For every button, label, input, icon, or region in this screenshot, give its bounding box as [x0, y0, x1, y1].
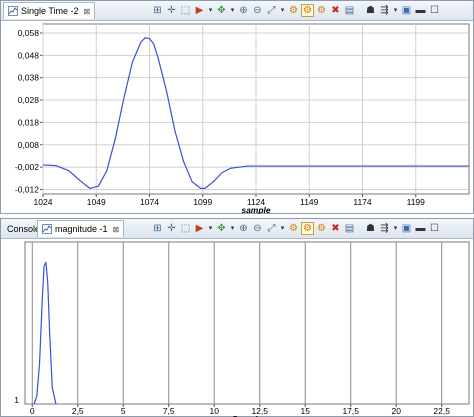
y-tick-label: -0,012: [15, 185, 39, 195]
x-tick-label: 20: [391, 406, 401, 416]
mode-2-icon[interactable]: ⚙: [301, 4, 314, 17]
tab-magnitude[interactable]: magnitude -1 ⊠: [37, 220, 125, 237]
x-tick-label: 7,5: [163, 406, 175, 416]
chevron-down-icon[interactable]: ▾: [229, 222, 236, 235]
x-tick-label: 22,5: [433, 406, 450, 416]
settings-icon[interactable]: ⇶: [378, 4, 391, 17]
chevron-down-icon[interactable]: ▾: [207, 222, 214, 235]
table-icon[interactable]: ▤: [343, 222, 356, 235]
x-tick-label: 1049: [87, 197, 106, 207]
x-tick-label: 1149: [300, 197, 319, 207]
y-tick-label: 0,018: [18, 117, 40, 127]
tab-single-time-label: Single Time -2: [21, 6, 79, 16]
x-tick-label: 1174: [353, 197, 372, 207]
crosshair-icon[interactable]: ✛: [165, 4, 178, 17]
chevron-down-icon[interactable]: ▾: [392, 222, 399, 235]
y-tick-label: 0,028: [18, 95, 40, 105]
move-icon[interactable]: ✥: [215, 4, 228, 17]
marker-icon[interactable]: ▶: [193, 222, 206, 235]
y-tick-label: 1: [14, 395, 19, 405]
x-tick-label: 17,5: [342, 406, 359, 416]
x-tick-label: 1074: [140, 197, 159, 207]
maximize-icon[interactable]: ☐: [428, 4, 441, 17]
cursor-icon[interactable]: ⬚: [179, 4, 192, 17]
y-tick-label: 0,008: [18, 140, 40, 150]
save-icon[interactable]: ▣: [400, 222, 413, 235]
y-tick-label: 0,038: [18, 73, 40, 83]
tab-console-label: Console: [7, 223, 41, 234]
close-icon[interactable]: ⊠: [84, 7, 91, 16]
tab-single-time[interactable]: Single Time -2 ⊠: [3, 2, 96, 19]
mode-3-icon[interactable]: ⚙: [315, 222, 328, 235]
table-icon[interactable]: ▤: [343, 4, 356, 17]
mode-3-icon[interactable]: ⚙: [315, 4, 328, 17]
chart-icon: [42, 224, 52, 234]
minimize-icon[interactable]: ▬: [414, 4, 427, 17]
chevron-down-icon[interactable]: ▾: [229, 4, 236, 17]
chart-icon: [8, 6, 18, 16]
pin-icon[interactable]: ☗: [364, 222, 377, 235]
delete-icon[interactable]: ✖: [329, 4, 342, 17]
chevron-down-icon[interactable]: ▾: [392, 4, 399, 17]
delete-icon[interactable]: ✖: [329, 222, 342, 235]
x-tick-label: 2,5: [72, 406, 84, 416]
mode-2-icon[interactable]: ⚙: [301, 222, 314, 235]
top-tab-bar: Single Time -2 ⊠ ⊞ ✛ ⬚ ▶ ▾ ✥ ▾ ⊕ ⊖ ⤢ ▾ ⚙…: [1, 1, 473, 21]
magnitude-panel: Console magnitude -1 ⊠ ⊞ ✛ ⬚ ▶ ▾ ✥ ▾ ⊕ ⊖…: [0, 218, 474, 417]
bottom-tab-bar: Console magnitude -1 ⊠ ⊞ ✛ ⬚ ▶ ▾ ✥ ▾ ⊕ ⊖…: [1, 219, 473, 239]
top-toolbar: ⊞ ✛ ⬚ ▶ ▾ ✥ ▾ ⊕ ⊖ ⤢ ▾ ⚙ ⚙ ⚙ ✖ ▤ ☗ ⇶ ▾ ▣ …: [151, 3, 441, 18]
y-tick-label: 0,058: [18, 28, 40, 38]
cursor-icon[interactable]: ⬚: [179, 222, 192, 235]
y-tick-label: 0,048: [18, 50, 40, 60]
x-tick-label: 10: [210, 406, 220, 416]
autoscale-icon[interactable]: ⤢: [265, 222, 278, 235]
marker-icon[interactable]: ▶: [193, 4, 206, 17]
x-tick-label: 15: [300, 406, 310, 416]
mode-1-icon[interactable]: ⚙: [287, 222, 300, 235]
pin-icon[interactable]: ☗: [364, 4, 377, 17]
axis-select-icon[interactable]: ⊞: [151, 4, 164, 17]
zoom-out-icon[interactable]: ⊖: [251, 4, 264, 17]
x-axis-label: sample: [241, 205, 271, 214]
zoom-in-icon[interactable]: ⊕: [237, 222, 250, 235]
x-tick-label: 1199: [407, 197, 426, 207]
minimize-icon[interactable]: ▬: [414, 222, 427, 235]
crosshair-icon[interactable]: ✛: [165, 222, 178, 235]
y-tick-label: -0,002: [15, 162, 39, 172]
axis-select-icon[interactable]: ⊞: [151, 222, 164, 235]
single-time-chart[interactable]: 0,058 0,048 0,038 0,028 0,018 0,008 -0,002 -0,0…: [1, 21, 473, 214]
plot-area: [24, 241, 470, 405]
chevron-down-icon[interactable]: ▾: [207, 4, 214, 17]
chevron-down-icon[interactable]: ▾: [279, 4, 286, 17]
x-tick-label: 0: [30, 406, 35, 416]
x-tick-label: 1024: [34, 197, 53, 207]
x-tick-label: 1099: [193, 197, 212, 207]
zoom-in-icon[interactable]: ⊕: [237, 4, 250, 17]
x-tick-label: 5: [121, 406, 126, 416]
autoscale-icon[interactable]: ⤢: [265, 4, 278, 17]
move-icon[interactable]: ✥: [215, 222, 228, 235]
mode-1-icon[interactable]: ⚙: [287, 4, 300, 17]
zoom-out-icon[interactable]: ⊖: [251, 222, 264, 235]
single-time-panel: Single Time -2 ⊠ ⊞ ✛ ⬚ ▶ ▾ ✥ ▾ ⊕ ⊖ ⤢ ▾ ⚙…: [0, 0, 474, 214]
save-icon[interactable]: ▣: [400, 4, 413, 17]
settings-icon[interactable]: ⇶: [378, 222, 391, 235]
tab-magnitude-label: magnitude -1: [55, 224, 108, 234]
chevron-down-icon[interactable]: ▾: [279, 222, 286, 235]
maximize-icon[interactable]: ☐: [428, 222, 441, 235]
bottom-toolbar: ⊞ ✛ ⬚ ▶ ▾ ✥ ▾ ⊕ ⊖ ⤢ ▾ ⚙ ⚙ ⚙ ✖ ▤ ☗ ⇶ ▾ ▣ …: [151, 221, 441, 236]
close-icon[interactable]: ⊠: [113, 225, 120, 234]
magnitude-chart[interactable]: 02,557,51012,51517,52022,51Sample: [1, 239, 473, 417]
